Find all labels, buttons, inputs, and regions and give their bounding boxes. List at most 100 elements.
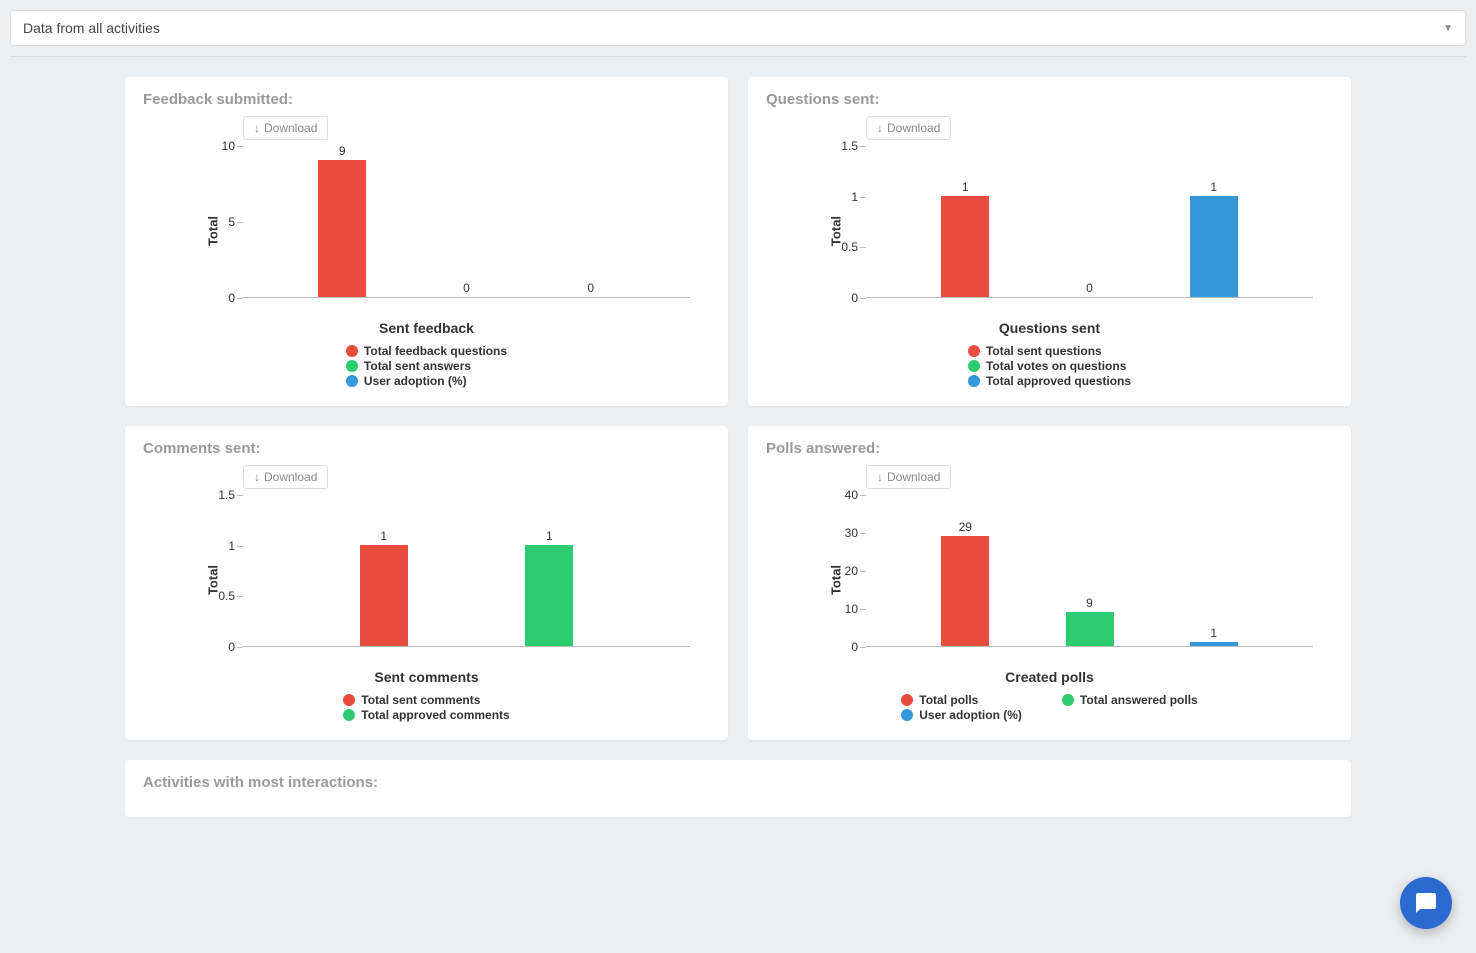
bar-value-label: 1 <box>1210 180 1217 194</box>
legend-label: Total polls <box>919 693 978 707</box>
bar-value-label: 0 <box>463 281 470 295</box>
download-icon: ↓ <box>877 121 883 135</box>
y-tick-label: 0 <box>228 291 243 305</box>
bar-rect <box>318 160 366 297</box>
legend-label: Total sent comments <box>361 693 480 707</box>
bar: 1 <box>359 529 409 646</box>
bars-container: 1 0 1 <box>866 146 1313 297</box>
plot: 0510900 <box>243 146 690 298</box>
download-label: Download <box>887 121 940 135</box>
legend-dot-icon <box>901 694 913 706</box>
download-button[interactable]: ↓Download <box>243 465 328 489</box>
legend-item: User adoption (%) <box>901 708 1022 722</box>
legend: Total sent commentsTotal approved commen… <box>143 693 710 722</box>
legend-label: Total feedback questions <box>364 344 507 358</box>
bar: 9 <box>1065 596 1115 646</box>
legend-label: Total answered polls <box>1080 693 1198 707</box>
bar-rect <box>941 536 989 646</box>
legend-item: Total feedback questions <box>346 344 507 358</box>
bar-value-label: 9 <box>1086 596 1093 610</box>
y-tick-label: 0 <box>228 640 243 654</box>
download-label: Download <box>887 470 940 484</box>
bar: 1 <box>1189 626 1239 646</box>
x-axis-label: Sent feedback <box>143 320 710 336</box>
legend-dot-icon <box>968 360 980 372</box>
card-title: Feedback submitted: <box>143 91 710 108</box>
bar: 0 <box>1065 281 1115 297</box>
bar-value-label: 0 <box>587 281 594 295</box>
bar: 1 <box>524 529 574 646</box>
activity-selector-value: Data from all activities <box>23 20 160 36</box>
download-button[interactable]: ↓ Download <box>243 116 328 140</box>
y-tick-label: 1.5 <box>841 139 866 153</box>
y-tick-label: 5 <box>228 215 243 229</box>
bar-rect <box>1190 642 1238 646</box>
y-tick-label: 0.5 <box>841 240 866 254</box>
legend-label: Total votes on questions <box>986 359 1126 373</box>
bar-rect <box>941 196 989 297</box>
download-icon: ↓ <box>254 121 260 135</box>
legend: Total sent questionsTotal votes on quest… <box>766 344 1333 388</box>
bar-value-label: 1 <box>546 529 553 543</box>
legend-label: Total approved comments <box>361 708 509 722</box>
x-axis-label: Questions sent <box>766 320 1333 336</box>
plot: 00.511.5101 <box>866 146 1313 298</box>
bar-value-label: 1 <box>380 529 387 543</box>
legend: Total pollsUser adoption (%) Total answer… <box>766 693 1333 722</box>
plot: 00.511.511 <box>243 495 690 647</box>
card-title: Questions sent: <box>766 91 1333 108</box>
legend-dot-icon <box>968 345 980 357</box>
bar-value-label: 29 <box>959 520 972 534</box>
bar-value-label: 1 <box>962 180 969 194</box>
bar: 0 <box>566 281 616 297</box>
legend-item: Total polls <box>901 693 1022 707</box>
bar: 29 <box>940 520 990 646</box>
chart-area: Total00.511.5101 <box>766 146 1333 316</box>
download-label: Download <box>264 121 317 135</box>
y-tick-label: 30 <box>845 526 866 540</box>
bar: 9 <box>317 144 367 297</box>
download-button[interactable]: ↓ Download <box>866 465 951 489</box>
download-label: Download <box>264 470 317 484</box>
y-tick-label: 0 <box>851 291 866 305</box>
y-tick-label: 20 <box>845 564 866 578</box>
chat-icon <box>1414 891 1438 915</box>
chat-launcher-button[interactable] <box>1400 877 1452 929</box>
chart-area: Total00.511.511 <box>143 495 710 665</box>
y-tick-label: 1 <box>228 539 243 553</box>
chevron-down-icon: ▼ <box>1443 23 1453 34</box>
bar-rect <box>525 545 573 646</box>
legend-label: User adoption (%) <box>919 708 1022 722</box>
x-axis-label: Sent comments <box>143 669 710 685</box>
y-tick-label: 40 <box>845 488 866 502</box>
x-axis-label: Created polls <box>766 669 1333 685</box>
bar-value-label: 9 <box>339 144 346 158</box>
y-tick-label: 0 <box>851 640 866 654</box>
activity-selector[interactable]: Data from all activities ▼ <box>10 10 1466 46</box>
bar-value-label: 0 <box>1086 281 1093 295</box>
bar-rect <box>1190 196 1238 297</box>
legend-dot-icon <box>1062 694 1074 706</box>
card-feedback: Feedback submitted:↓DownloadTotal0510900… <box>125 77 728 406</box>
legend-label: Total sent questions <box>986 344 1102 358</box>
legend-item: User adoption (%) <box>346 374 507 388</box>
bars-container: 11 <box>243 495 690 646</box>
card-questions: Questions sent:↓DownloadTotal00.511.5101… <box>748 77 1351 406</box>
y-axis-label: Total <box>829 565 844 595</box>
legend-item: Total votes on questions <box>968 359 1131 373</box>
legend-label: Total approved questions <box>986 374 1131 388</box>
legend-dot-icon <box>346 345 358 357</box>
legend-item: Total sent questions <box>968 344 1131 358</box>
bar-value-label: 1 <box>1210 626 1217 640</box>
legend-dot-icon <box>968 375 980 387</box>
bar-rect <box>360 545 408 646</box>
legend-dot-icon <box>346 360 358 372</box>
y-tick-label: 1.5 <box>218 488 243 502</box>
download-icon: ↓ <box>877 470 883 484</box>
bars-container: 29 9 1 <box>866 495 1313 646</box>
y-tick-label: 0.5 <box>218 589 243 603</box>
download-button[interactable]: ↓ Download <box>866 116 951 140</box>
legend-dot-icon <box>901 709 913 721</box>
legend-dot-icon <box>343 694 355 706</box>
legend-label: User adoption (%) <box>364 374 467 388</box>
